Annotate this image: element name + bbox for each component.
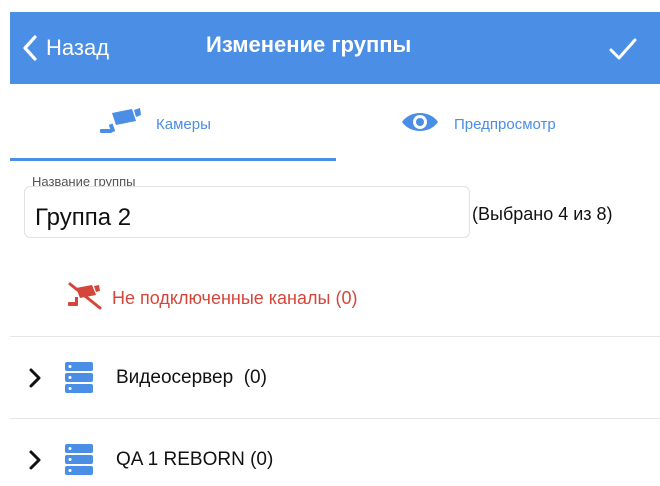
server-row-videoserver[interactable]: Видеосервер (0) xyxy=(10,338,660,418)
back-label: Назад xyxy=(46,35,110,60)
active-tab-indicator xyxy=(10,158,336,161)
chevron-right-icon xyxy=(29,368,41,388)
tab-preview[interactable]: Предпросмотр xyxy=(400,84,556,164)
disconnected-channels-label: Не подключенные каналы (0) xyxy=(112,288,358,308)
server-row-qa1-reborn[interactable]: QA 1 REBORN (0) xyxy=(10,420,660,486)
tab-preview-label: Предпросмотр xyxy=(454,115,556,133)
checkmark-icon xyxy=(609,38,637,60)
server-label: QA 1 REBORN (0) xyxy=(116,449,274,470)
chevron-right-icon xyxy=(29,450,41,470)
camera-off-icon xyxy=(66,282,104,315)
navigation-bar: Назад Изменение группы xyxy=(10,12,660,84)
server-icon xyxy=(65,362,93,393)
page-title: Изменение группы xyxy=(206,32,412,57)
tab-cameras[interactable]: Камеры xyxy=(98,84,211,164)
camera-icon xyxy=(98,107,142,142)
chevron-left-icon xyxy=(22,35,38,61)
screen: Назад Изменение группы Камеры Предпросмо… xyxy=(0,0,660,486)
back-button[interactable]: Назад xyxy=(22,28,109,68)
selected-count: (Выбрано 4 из 8) xyxy=(472,204,613,224)
disconnected-channels[interactable]: Не подключенные каналы (0) xyxy=(66,282,357,315)
group-name-input[interactable] xyxy=(24,186,470,238)
server-label: Видеосервер (0) xyxy=(116,367,267,388)
divider xyxy=(10,336,660,337)
tab-cameras-label: Камеры xyxy=(156,115,211,133)
eye-icon xyxy=(400,109,440,140)
tab-bar: Камеры Предпросмотр xyxy=(10,84,660,164)
done-button[interactable] xyxy=(608,34,638,64)
divider xyxy=(10,418,660,419)
server-icon xyxy=(65,444,93,475)
